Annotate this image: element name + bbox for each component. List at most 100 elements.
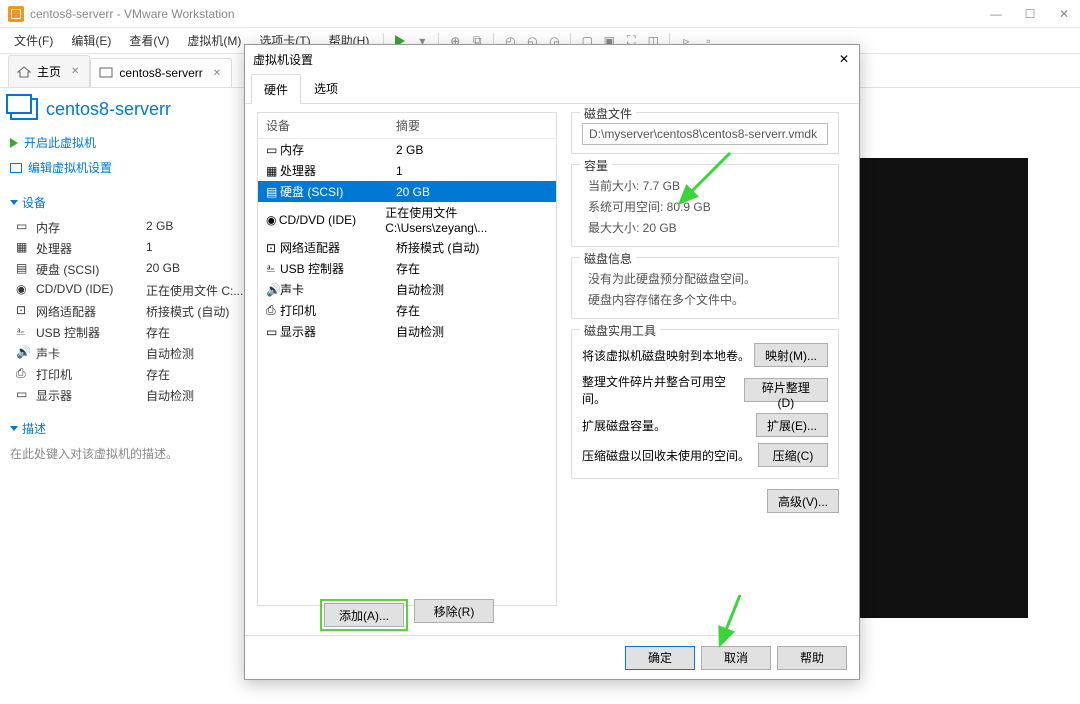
dev-name: CD/DVD (IDE) xyxy=(36,282,146,299)
hw-icon: ▤ xyxy=(266,185,280,199)
home-icon xyxy=(17,66,31,78)
help-button[interactable]: 帮助 xyxy=(777,646,847,670)
menu-vm[interactable]: 虚拟机(M) xyxy=(179,29,249,52)
window-title: centos8-serverr - VMware Workstation xyxy=(30,7,988,21)
vm-title: centos8-serverr xyxy=(46,99,171,120)
maximize-button[interactable]: ☐ xyxy=(1022,7,1038,21)
hw-icon: ▭ xyxy=(266,325,280,339)
description-placeholder[interactable]: 在此处键入对该虚拟机的描述。 xyxy=(10,445,247,462)
hardware-row[interactable]: ⎁USB 控制器存在 xyxy=(258,258,556,279)
hardware-row[interactable]: ◉CD/DVD (IDE)正在使用文件 C:\Users\zeyang\... xyxy=(258,202,556,237)
hw-icon: ▭ xyxy=(266,143,280,157)
disk-info-group: 磁盘信息 没有为此硬盘预分配磁盘空间。 硬盘内容存储在多个文件中。 xyxy=(571,257,839,319)
dev-value: 存在 xyxy=(146,324,170,341)
add-button[interactable]: 添加(A)... xyxy=(324,603,404,627)
dev-name: 处理器 xyxy=(36,240,146,257)
device-list: ▭内存2 GB ▦处理器1 ▤硬盘 (SCSI)20 GB ◉CD/DVD (I… xyxy=(10,217,247,406)
hardware-row[interactable]: ▭显示器自动检测 xyxy=(258,321,556,342)
hw-name: 打印机 xyxy=(280,302,396,319)
dev-value: 桥接模式 (自动) xyxy=(146,303,229,320)
hw-summary: 存在 xyxy=(396,302,420,319)
hw-name: 显示器 xyxy=(280,323,396,340)
dev-value: 正在使用文件 C:... xyxy=(146,282,243,299)
devices-label: 设备 xyxy=(22,194,46,211)
advanced-button[interactable]: 高级(V)... xyxy=(767,489,839,513)
hw-summary: 桥接模式 (自动) xyxy=(396,239,479,256)
dialog-title: 虚拟机设置 xyxy=(253,51,313,68)
description-label: 描述 xyxy=(22,420,46,437)
hardware-list: 设备 摘要 ▭内存2 GB▦处理器1▤硬盘 (SCSI)20 GB◉CD/DVD… xyxy=(257,112,557,606)
hardware-row[interactable]: 🔊声卡自动检测 xyxy=(258,279,556,300)
printer-icon: ⎙ xyxy=(16,366,30,378)
max-size: 最大大小: 20 GB xyxy=(582,217,828,238)
annotation-arrow-icon xyxy=(712,590,752,660)
hw-summary: 自动检测 xyxy=(396,281,444,298)
expand-button[interactable]: 扩展(E)... xyxy=(756,413,828,437)
play-icon xyxy=(10,138,18,148)
cpu-icon: ▦ xyxy=(16,240,30,252)
close-button[interactable]: ✕ xyxy=(1056,7,1072,21)
menu-view[interactable]: 查看(V) xyxy=(121,29,177,52)
dev-name: 内存 xyxy=(36,219,146,236)
tab-vm[interactable]: centos8-serverr ✕ xyxy=(90,58,232,87)
dev-name: 声卡 xyxy=(36,345,146,362)
defrag-text: 整理文件碎片并整合可用空间。 xyxy=(582,373,744,407)
hardware-row[interactable]: ▭内存2 GB xyxy=(258,139,556,160)
menu-edit[interactable]: 编辑(E) xyxy=(63,29,119,52)
defrag-button[interactable]: 碎片整理(D) xyxy=(744,378,828,402)
edit-settings-link[interactable]: 编辑虚拟机设置 xyxy=(10,155,247,180)
col-summary: 摘要 xyxy=(396,117,420,134)
ok-button[interactable]: 确定 xyxy=(625,646,695,670)
remove-button[interactable]: 移除(R) xyxy=(414,599,494,623)
expand-text: 扩展磁盘容量。 xyxy=(582,417,666,434)
hw-icon: ▦ xyxy=(266,164,280,178)
hardware-row[interactable]: ⎙打印机存在 xyxy=(258,300,556,321)
edit-settings-label: 编辑虚拟机设置 xyxy=(28,159,112,176)
disk-file-input[interactable] xyxy=(582,123,828,145)
tab-close-icon[interactable]: ✕ xyxy=(213,68,221,79)
hw-summary: 正在使用文件 C:\Users\zeyang\... xyxy=(385,204,548,235)
tab-options[interactable]: 选项 xyxy=(301,73,351,103)
capacity-label: 容量 xyxy=(580,157,612,174)
hw-name: 网络适配器 xyxy=(280,239,396,256)
hw-summary: 2 GB xyxy=(396,143,423,157)
menu-file[interactable]: 文件(F) xyxy=(6,29,61,52)
description-section-header[interactable]: 描述 xyxy=(10,420,247,437)
devices-section-header[interactable]: 设备 xyxy=(10,194,247,211)
hw-name: 声卡 xyxy=(280,281,396,298)
vm-large-icon xyxy=(10,98,38,120)
dev-value: 1 xyxy=(146,240,153,257)
dev-name: 网络适配器 xyxy=(36,303,146,320)
network-icon: ⊡ xyxy=(16,303,30,315)
power-on-label: 开启此虚拟机 xyxy=(24,134,96,151)
dev-value: 自动检测 xyxy=(146,345,194,362)
map-button[interactable]: 映射(M)... xyxy=(754,343,828,367)
vmware-icon xyxy=(8,6,24,22)
dev-name: 硬盘 (SCSI) xyxy=(36,261,146,278)
tab-home[interactable]: 主页 ✕ xyxy=(8,55,90,87)
disk-info-line: 没有为此硬盘预分配磁盘空间。 xyxy=(582,268,828,289)
dialog-close-button[interactable]: ✕ xyxy=(837,52,851,66)
power-on-link[interactable]: 开启此虚拟机 xyxy=(10,130,247,155)
hw-summary: 1 xyxy=(396,164,403,178)
tab-hardware[interactable]: 硬件 xyxy=(251,74,301,104)
sound-icon: 🔊 xyxy=(16,345,30,357)
hardware-row[interactable]: ▤硬盘 (SCSI)20 GB xyxy=(258,181,556,202)
compact-text: 压缩磁盘以回收未使用的空间。 xyxy=(582,447,750,464)
tab-vm-label: centos8-serverr xyxy=(119,66,202,80)
caret-down-icon xyxy=(10,426,18,431)
hw-summary: 存在 xyxy=(396,260,420,277)
left-panel: centos8-serverr 开启此虚拟机 编辑虚拟机设置 设备 ▭内存2 G… xyxy=(0,88,257,704)
map-text: 将该虚拟机磁盘映射到本地卷。 xyxy=(582,347,750,364)
dev-value: 自动检测 xyxy=(146,387,194,404)
compact-button[interactable]: 压缩(C) xyxy=(758,443,828,467)
disk-util-group: 磁盘实用工具 将该虚拟机磁盘映射到本地卷。映射(M)... 整理文件碎片并整合可… xyxy=(571,329,839,479)
hardware-row[interactable]: ⊡网络适配器桥接模式 (自动) xyxy=(258,237,556,258)
hw-name: 处理器 xyxy=(280,162,396,179)
tab-close-icon[interactable]: ✕ xyxy=(71,66,79,77)
hw-name: 硬盘 (SCSI) xyxy=(280,183,396,200)
minimize-button[interactable]: — xyxy=(988,7,1004,21)
hw-icon: ⎁ xyxy=(266,261,280,276)
disk-util-label: 磁盘实用工具 xyxy=(580,322,660,339)
hardware-row[interactable]: ▦处理器1 xyxy=(258,160,556,181)
